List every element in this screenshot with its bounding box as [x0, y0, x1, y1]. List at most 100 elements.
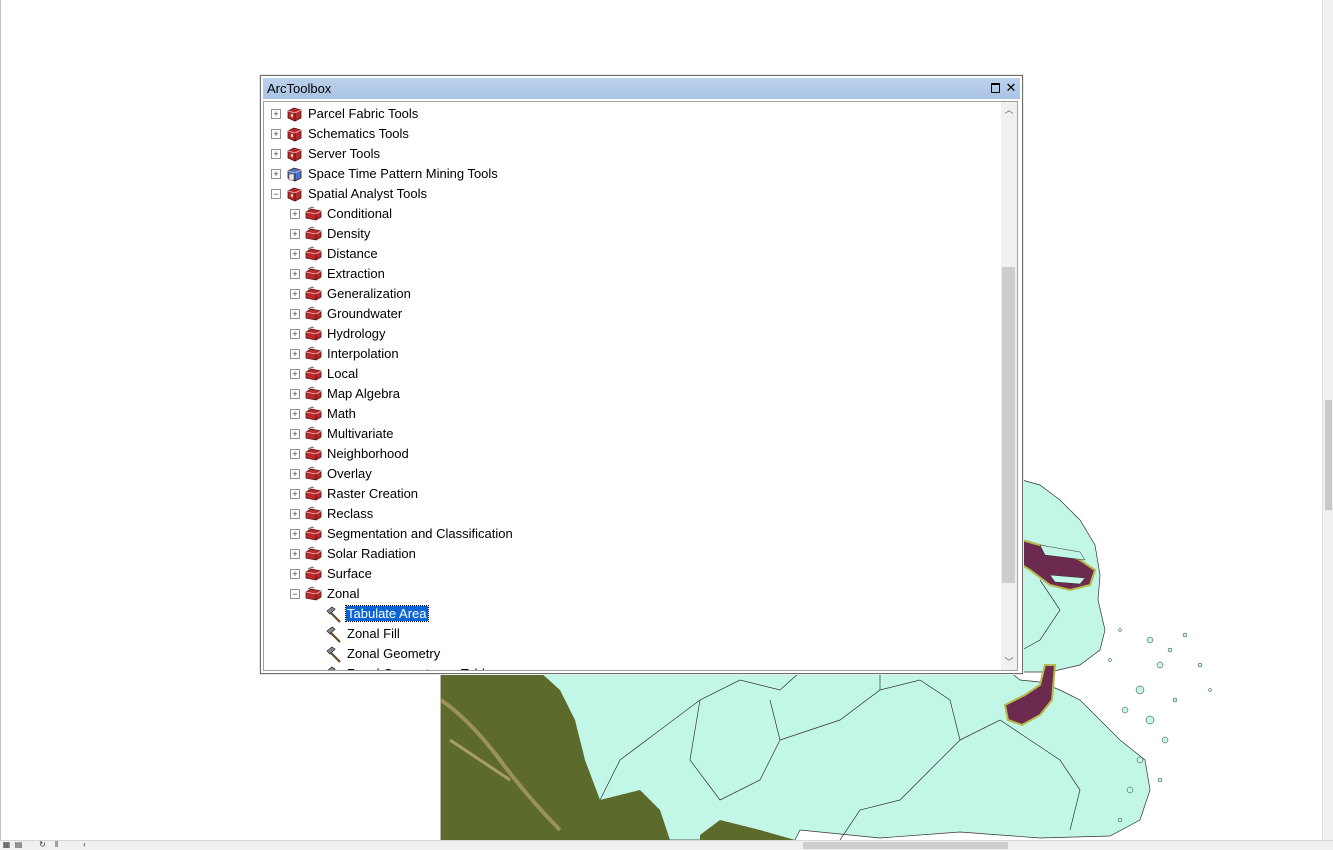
expand-icon[interactable]: +: [271, 109, 281, 119]
tree-item[interactable]: + Server Tools: [264, 144, 1002, 164]
tree-item-label: Zonal Fill: [347, 626, 400, 641]
expand-icon[interactable]: +: [271, 169, 281, 179]
tree-item-label: Math: [327, 406, 356, 421]
map-hscroll-thumb[interactable]: [803, 842, 1008, 849]
tree-item[interactable]: + Segmentation and Classification: [264, 524, 1002, 544]
tree-item[interactable]: + Surface: [264, 564, 1002, 584]
maximize-icon: [990, 83, 1000, 93]
pause-icon[interactable]: ‖: [52, 841, 61, 849]
expand-icon[interactable]: +: [290, 309, 300, 319]
hammer-icon: [325, 666, 343, 670]
expand-icon[interactable]: +: [290, 289, 300, 299]
tree-item[interactable]: + Reclass: [264, 504, 1002, 524]
expand-icon[interactable]: +: [290, 409, 300, 419]
maximize-button[interactable]: [988, 80, 1002, 96]
tree-item[interactable]: + Overlay: [264, 464, 1002, 484]
expand-icon[interactable]: +: [290, 269, 300, 279]
expand-icon[interactable]: +: [290, 549, 300, 559]
scroll-left-icon[interactable]: ‹: [80, 841, 89, 849]
tree-item[interactable]: + Conditional: [264, 204, 1002, 224]
expand-icon[interactable]: +: [271, 149, 281, 159]
toolset-icon: [305, 546, 322, 562]
tree-vscroll-thumb[interactable]: [1002, 267, 1015, 583]
tree-item[interactable]: Zonal Geometry as Table: [264, 664, 1002, 670]
hammer-icon: [325, 626, 343, 643]
expand-icon[interactable]: +: [290, 469, 300, 479]
expand-icon[interactable]: +: [290, 389, 300, 399]
toolbox-icon: [286, 106, 303, 122]
map-vertical-scrollbar[interactable]: [1322, 0, 1333, 840]
tree-item[interactable]: + Density: [264, 224, 1002, 244]
tree-item[interactable]: + Interpolation: [264, 344, 1002, 364]
expand-icon[interactable]: +: [271, 129, 281, 139]
tree-item[interactable]: − Zonal: [264, 584, 1002, 604]
map-left-border: [0, 0, 1, 840]
toolset-icon: [305, 226, 322, 242]
expand-icon[interactable]: +: [290, 209, 300, 219]
tree-item[interactable]: + Local: [264, 364, 1002, 384]
tree-item-label: Zonal Geometry as Table: [347, 666, 492, 670]
tree-item[interactable]: Zonal Fill: [264, 624, 1002, 644]
hammer-icon: [325, 606, 343, 623]
tree-item[interactable]: + Math: [264, 404, 1002, 424]
expand-icon[interactable]: +: [290, 429, 300, 439]
tree-item-label: Space Time Pattern Mining Tools: [308, 166, 498, 181]
expand-icon[interactable]: +: [290, 349, 300, 359]
tree-item-label: Raster Creation: [327, 486, 419, 501]
tree-item[interactable]: Tabulate Area: [264, 604, 1002, 624]
toolset-icon: [305, 266, 322, 282]
tree-item-label: Neighborhood: [327, 446, 409, 461]
tree-item[interactable]: + Generalization: [264, 284, 1002, 304]
tree-item-label: Generalization: [327, 286, 411, 301]
tree-item-label: Spatial Analyst Tools: [308, 186, 427, 201]
expand-icon[interactable]: +: [290, 529, 300, 539]
expand-icon[interactable]: +: [290, 509, 300, 519]
expand-icon[interactable]: +: [290, 489, 300, 499]
tree-item[interactable]: + Groundwater: [264, 304, 1002, 324]
expand-icon[interactable]: +: [290, 449, 300, 459]
arctoolbox-window[interactable]: ArcToolbox ✕ + Parcel Fabric Tools + Sche…: [260, 75, 1023, 674]
data-view-icon[interactable]: ▦: [2, 841, 11, 849]
expand-icon[interactable]: +: [290, 569, 300, 579]
tree-item-label: Hydrology: [327, 326, 386, 341]
expand-icon[interactable]: +: [290, 229, 300, 239]
tree-item-label: Density: [327, 226, 371, 241]
tree-item[interactable]: + Space Time Pattern Mining Tools: [264, 164, 1002, 184]
scroll-down-arrow-icon[interactable]: ﹀: [1001, 654, 1017, 670]
expand-icon[interactable]: +: [290, 369, 300, 379]
tree-item[interactable]: + Raster Creation: [264, 484, 1002, 504]
toolbox-tree[interactable]: + Parcel Fabric Tools + Schematics Tools +…: [263, 101, 1003, 671]
toolset-icon: [305, 446, 322, 462]
tree-item[interactable]: + Solar Radiation: [264, 544, 1002, 564]
expand-icon[interactable]: +: [290, 249, 300, 259]
tree-item[interactable]: + Multivariate: [264, 424, 1002, 444]
tree-item[interactable]: + Map Algebra: [264, 384, 1002, 404]
tree-item[interactable]: Zonal Geometry: [264, 644, 1002, 664]
tree-item[interactable]: + Hydrology: [264, 324, 1002, 344]
tree-item-label: Tabulate Area: [345, 605, 429, 622]
tree-item-label: Extraction: [327, 266, 385, 281]
tree-item[interactable]: + Distance: [264, 244, 1002, 264]
toolbox-icon: [286, 186, 303, 202]
tree-item-label: Surface: [327, 566, 372, 581]
tree-item[interactable]: + Neighborhood: [264, 444, 1002, 464]
collapse-icon[interactable]: −: [290, 589, 300, 599]
toolset-icon: [305, 406, 322, 422]
toolbox-icon: [286, 126, 303, 142]
layout-view-icon[interactable]: ▤: [14, 841, 23, 849]
arctoolbox-titlebar[interactable]: ArcToolbox ✕: [263, 78, 1020, 99]
tree-vertical-scrollbar[interactable]: ︿ ﹀: [1001, 101, 1018, 671]
expand-icon[interactable]: +: [290, 329, 300, 339]
refresh-icon[interactable]: ↻: [38, 841, 47, 849]
tree-item[interactable]: + Extraction: [264, 264, 1002, 284]
toolset-icon: [305, 346, 322, 362]
collapse-icon[interactable]: −: [271, 189, 281, 199]
tree-item[interactable]: + Parcel Fabric Tools: [264, 104, 1002, 124]
map-vscroll-thumb[interactable]: [1325, 400, 1332, 510]
close-button[interactable]: ✕: [1004, 80, 1018, 96]
scroll-up-arrow-icon[interactable]: ︿: [1001, 102, 1017, 118]
tree-item[interactable]: + Schematics Tools: [264, 124, 1002, 144]
tree-item[interactable]: − Spatial Analyst Tools: [264, 184, 1002, 204]
toolset-icon: [305, 366, 322, 382]
tree-item-label: Overlay: [327, 466, 372, 481]
